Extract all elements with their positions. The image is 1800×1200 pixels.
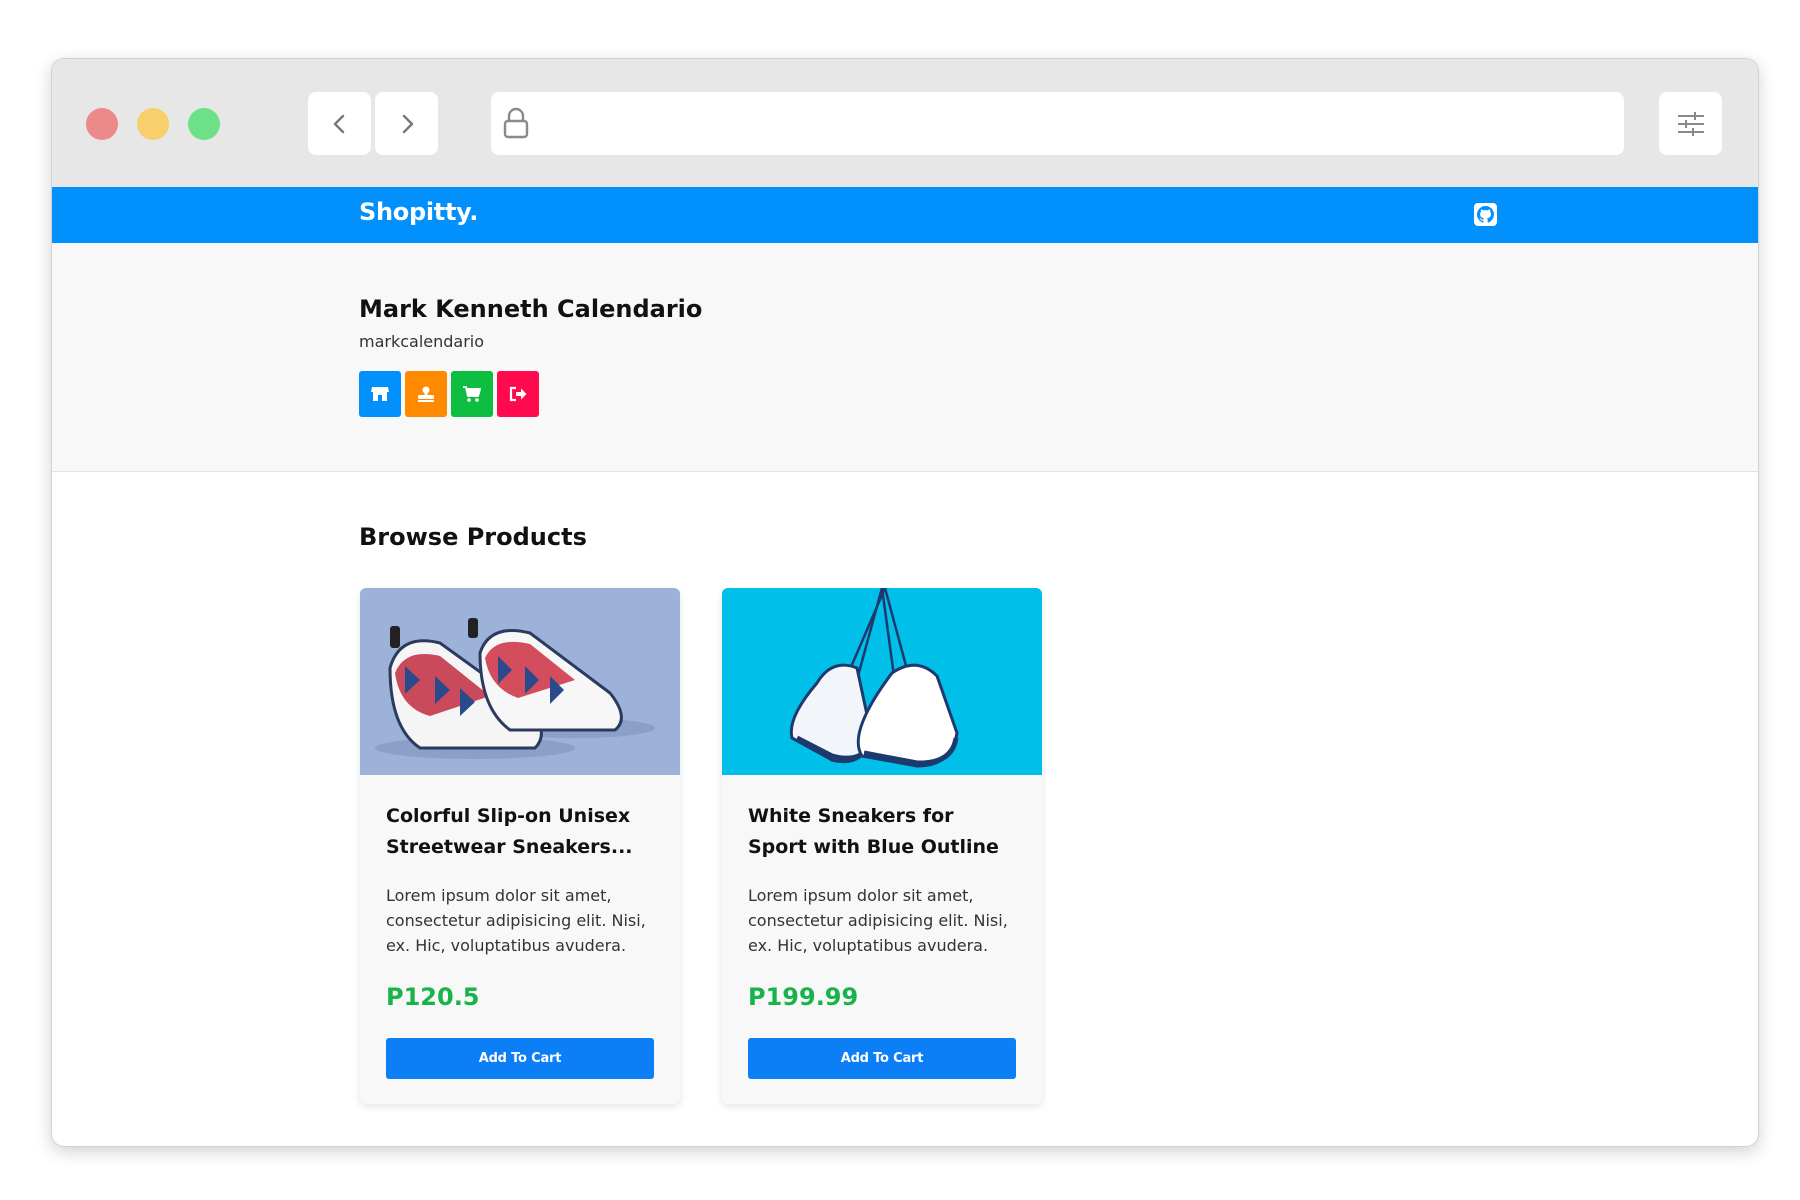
close-window-button[interactable]: [86, 108, 118, 140]
stamp-icon: [418, 386, 434, 402]
back-button[interactable]: [308, 92, 371, 155]
add-to-cart-button[interactable]: Add To Cart: [748, 1038, 1016, 1079]
settings-button[interactable]: [1659, 92, 1722, 155]
cart-icon: [463, 386, 481, 402]
store-button[interactable]: [359, 371, 401, 417]
profile-header: Mark Kenneth Calendario markcalendario: [52, 243, 1758, 472]
browser-window: Shopitty. Mark Kenneth Calendario markca…: [52, 59, 1758, 1146]
site-logo[interactable]: Shopitty.: [359, 198, 478, 226]
address-bar[interactable]: [491, 92, 1624, 155]
chevron-right-icon: [402, 114, 413, 133]
github-link[interactable]: [1474, 203, 1497, 226]
profile-username: markcalendario: [359, 332, 485, 351]
minimize-window-button[interactable]: [137, 108, 169, 140]
sliders-icon: [1677, 111, 1704, 136]
site-navbar: Shopitty.: [52, 187, 1758, 243]
product-card: Colorful Slip-on Unisex Streetwear Sneak…: [360, 588, 680, 1104]
browser-toolbar: [52, 59, 1758, 187]
product-image[interactable]: [360, 588, 680, 775]
chevron-left-icon: [333, 114, 344, 133]
product-description: Lorem ipsum dolor sit amet, consectetur …: [748, 886, 1008, 955]
cart-button[interactable]: [451, 371, 493, 417]
section-title: Browse Products: [359, 523, 587, 551]
product-title[interactable]: Colorful Slip-on Unisex Streetwear Sneak…: [386, 801, 656, 863]
stamp-button[interactable]: [405, 371, 447, 417]
logout-icon: [509, 386, 527, 402]
product-card: White Sneakers for Sport with Blue Outli…: [722, 588, 1042, 1104]
lock-icon: [503, 107, 529, 139]
forward-button[interactable]: [375, 92, 438, 155]
add-to-cart-button[interactable]: Add To Cart: [386, 1038, 654, 1079]
product-price: P199.99: [748, 983, 859, 1011]
product-description: Lorem ipsum dolor sit amet, consectetur …: [386, 886, 646, 955]
logout-button[interactable]: [497, 371, 539, 417]
product-price: P120.5: [386, 983, 480, 1011]
product-image[interactable]: [722, 588, 1042, 775]
profile-name: Mark Kenneth Calendario: [359, 295, 703, 323]
github-icon: [1477, 206, 1494, 223]
product-title[interactable]: White Sneakers for Sport with Blue Outli…: [748, 801, 1018, 863]
profile-actions: [359, 371, 539, 417]
store-icon: [371, 387, 389, 401]
maximize-window-button[interactable]: [188, 108, 220, 140]
